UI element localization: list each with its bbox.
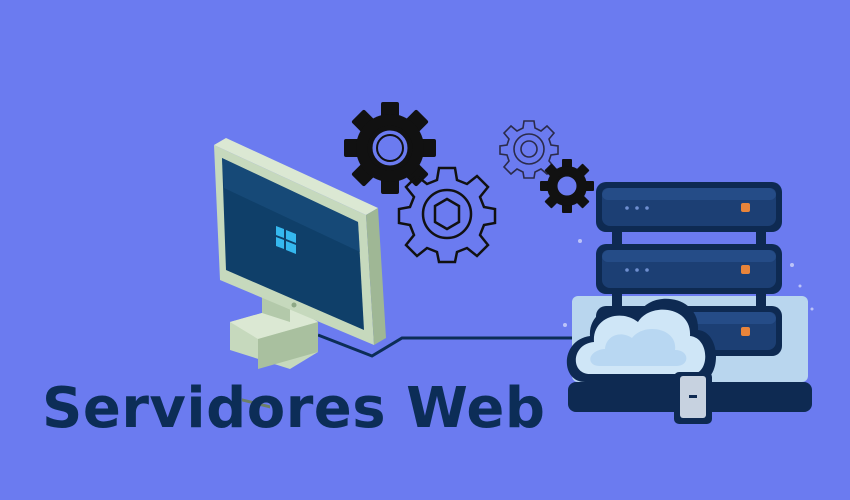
page-title: Servidores Web [42,376,546,441]
gear-icon [540,159,594,213]
